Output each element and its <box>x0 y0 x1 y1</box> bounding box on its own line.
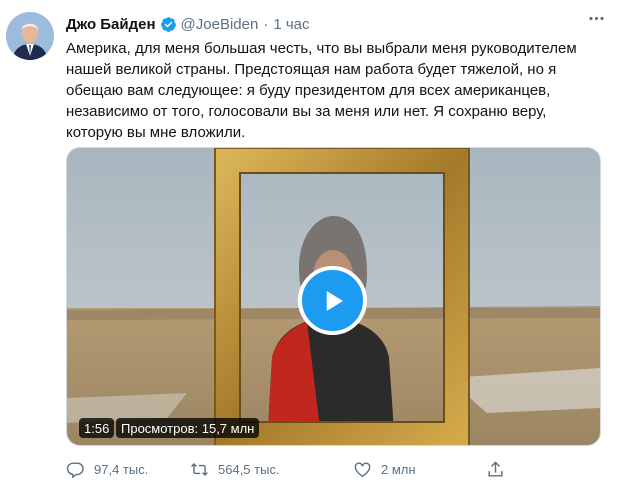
retweet-count: 564,5 тыс. <box>218 461 280 477</box>
like-count: 2 млн <box>381 461 416 477</box>
tweet-text: Америка, для меня большая честь, что вы … <box>66 40 577 141</box>
more-options-button[interactable] <box>584 6 608 30</box>
avatar-image <box>6 12 54 60</box>
author-name[interactable]: Джо Байден <box>66 16 156 33</box>
author-handle[interactable]: @JoeBiden <box>181 16 259 33</box>
play-button[interactable] <box>298 266 367 335</box>
retweet-icon <box>191 462 208 476</box>
more-dots-icon <box>588 16 604 20</box>
share-icon <box>488 460 503 477</box>
like-button[interactable]: 2 млн <box>353 460 486 479</box>
video-player[interactable]: 1:56 Просмотров: 15,7 млн <box>66 147 601 446</box>
reply-count: 97,4 тыс. <box>94 461 149 477</box>
play-icon <box>326 290 343 311</box>
verified-badge-icon <box>160 16 176 32</box>
video-views-badge: Просмотров: 15,7 млн <box>116 418 260 438</box>
tweet-time[interactable]: 1 час <box>273 16 309 33</box>
retweet-button[interactable]: 564,5 тыс. <box>190 460 353 479</box>
share-button[interactable] <box>486 460 505 479</box>
reply-button[interactable]: 97,4 тыс. <box>66 460 190 479</box>
like-icon <box>354 461 371 477</box>
separator-dot: · <box>263 15 269 33</box>
avatar[interactable] <box>6 12 54 60</box>
reply-icon <box>66 461 84 478</box>
tweet-actions: 97,4 тыс. 564,5 тыс. 2 млн <box>66 455 596 483</box>
video-duration-badge: 1:56 <box>79 418 115 438</box>
tweet-header: Джо Байден @JoeBiden · 1 час <box>66 13 606 35</box>
